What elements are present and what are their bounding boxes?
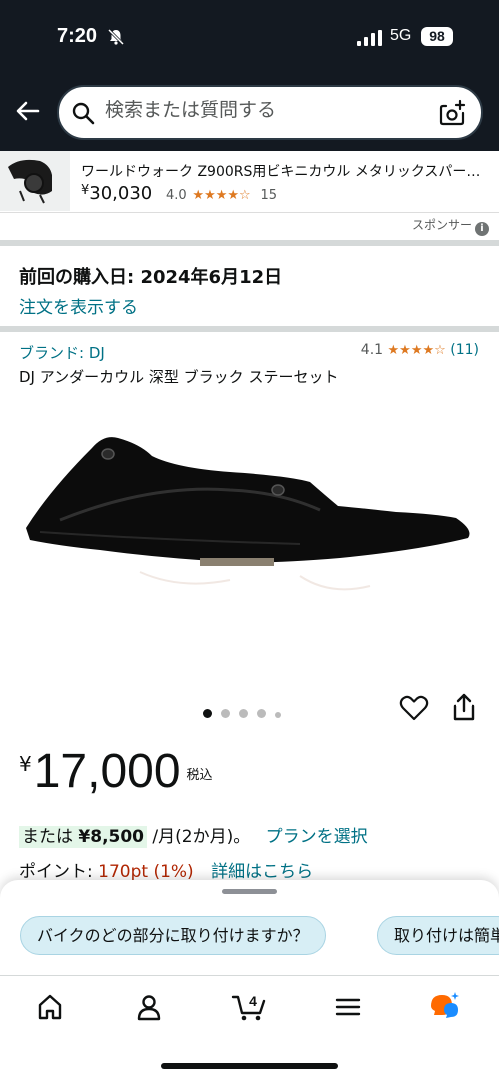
menu-icon[interactable] bbox=[333, 992, 363, 1022]
installment-info: または ¥8,500 /月(2か月)。 プランを選択 bbox=[19, 822, 368, 848]
home-indicator bbox=[161, 1063, 338, 1069]
heart-icon[interactable] bbox=[399, 694, 429, 722]
installment-badge: または ¥8,500 bbox=[19, 826, 148, 848]
carousel-dot[interactable] bbox=[203, 709, 212, 718]
sponsored-review-count: 15 bbox=[260, 188, 277, 203]
bell-off-icon bbox=[107, 28, 125, 46]
points-label: ポイント: bbox=[19, 862, 99, 882]
installment-amount: ¥8,500 bbox=[78, 827, 145, 847]
bottom-nav: 4 bbox=[0, 975, 499, 1080]
search-box[interactable] bbox=[57, 85, 483, 140]
suggestion-chip[interactable]: バイクのどの部分に取り付けますか？ bbox=[20, 916, 326, 955]
divider bbox=[0, 326, 499, 332]
status-bar: 7:20 5G 98 bbox=[0, 0, 499, 75]
select-plan-link[interactable]: プランを選択 bbox=[266, 827, 368, 847]
product-rating[interactable]: 4.1 ★★★★☆ (11) bbox=[361, 342, 479, 358]
previous-purchase: 前回の購入日: 2024年6月12日 注文を表示する bbox=[19, 263, 282, 318]
home-icon[interactable] bbox=[35, 992, 65, 1022]
sponsored-price: 30,030 bbox=[89, 183, 153, 204]
carousel-dot[interactable] bbox=[275, 712, 281, 718]
sponsored-product-title: ワールドウォーク Z900RS用ビキニカウル メタリックスパークブラック bbox=[81, 164, 491, 180]
product-title: DJ アンダーカウル 深型 ブラック ステーセット bbox=[19, 368, 339, 386]
suggestion-chip[interactable]: 取り付けは簡単ですか？ bbox=[377, 916, 499, 955]
points-detail-link[interactable]: 詳細はこちら bbox=[211, 862, 313, 882]
rating-value: 4.1 bbox=[360, 342, 384, 358]
points-info: ポイント: 170pt (1%) 詳細はこちら bbox=[19, 857, 313, 882]
carousel-dot[interactable] bbox=[257, 709, 266, 718]
rating-stars: ★★★★☆ bbox=[387, 343, 446, 358]
carousel-dot[interactable] bbox=[221, 709, 230, 718]
installment-suffix: /月(2か月)。 bbox=[152, 827, 251, 847]
signal-icon bbox=[357, 30, 382, 46]
review-count: (11) bbox=[450, 342, 479, 358]
back-arrow-icon[interactable] bbox=[14, 97, 42, 125]
view-order-link[interactable]: 注文を表示する bbox=[19, 293, 282, 318]
sponsored-product[interactable]: ワールドウォーク Z900RS用ビキニカウル メタリックスパークブラック ¥30… bbox=[0, 151, 499, 213]
network-type: 5G bbox=[390, 27, 412, 44]
divider bbox=[0, 240, 499, 246]
rufus-assistant-icon[interactable] bbox=[428, 990, 462, 1022]
search-header bbox=[0, 75, 499, 151]
camera-search-icon[interactable] bbox=[439, 99, 467, 127]
sponsored-price-row: ¥30,030 4.0 ★★★★☆ 15 bbox=[81, 183, 277, 204]
status-time: 7:20 bbox=[57, 25, 98, 47]
purchase-date: 前回の購入日: 2024年6月12日 bbox=[19, 267, 283, 288]
sponsored-rating: 4.0 bbox=[166, 188, 187, 203]
product-image[interactable] bbox=[0, 400, 499, 690]
price-symbol: ¥ bbox=[19, 752, 32, 776]
cart-icon[interactable]: 4 bbox=[231, 989, 267, 1023]
info-icon[interactable]: i bbox=[475, 222, 489, 236]
image-carousel-dots[interactable] bbox=[203, 703, 290, 718]
account-icon[interactable] bbox=[134, 992, 164, 1022]
tax-label: 税込 bbox=[186, 768, 213, 783]
points-value: 170pt (1%) bbox=[98, 862, 194, 882]
price-value: 17,000 bbox=[33, 745, 181, 798]
product-price: ¥17,000 税込 bbox=[19, 744, 213, 799]
sponsored-label-text: スポンサー bbox=[411, 218, 472, 232]
sponsored-product-image bbox=[0, 151, 70, 211]
brand-link[interactable]: ブランド: DJ bbox=[19, 342, 105, 363]
installment-prefix: または bbox=[22, 827, 73, 847]
cart-count: 4 bbox=[249, 993, 257, 1009]
battery-level: 98 bbox=[421, 27, 453, 46]
sheet-drag-handle[interactable] bbox=[222, 889, 277, 894]
share-icon[interactable] bbox=[450, 692, 478, 722]
search-input[interactable] bbox=[105, 99, 425, 121]
sponsored-stars: ★★★★☆ bbox=[192, 188, 251, 203]
sponsored-label[interactable]: スポンサー i bbox=[412, 216, 489, 236]
carousel-dot[interactable] bbox=[239, 709, 248, 718]
search-icon bbox=[72, 102, 95, 125]
